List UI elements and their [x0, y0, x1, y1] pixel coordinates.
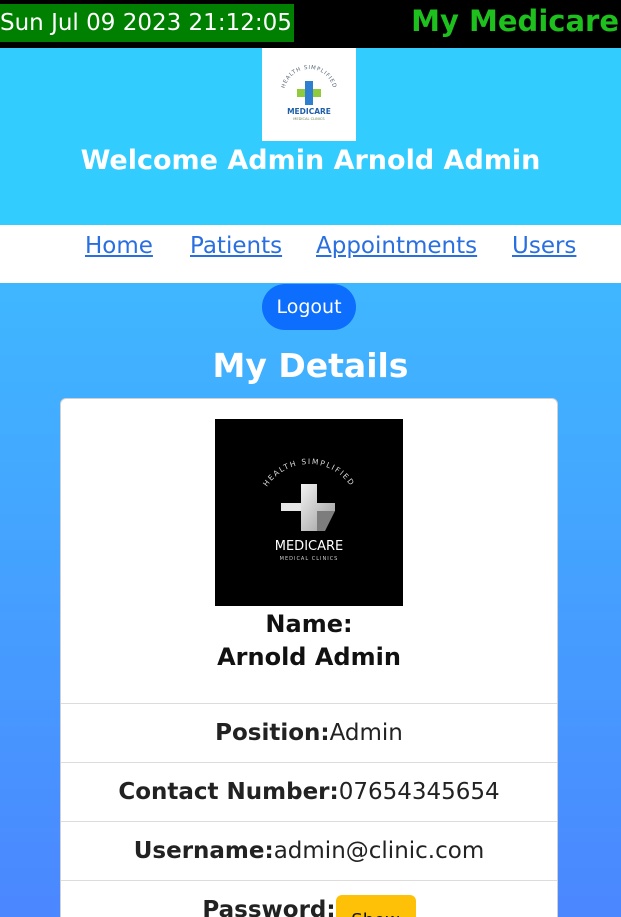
logout-button[interactable]: Logout — [262, 284, 356, 330]
svg-text:MEDICARE: MEDICARE — [287, 107, 331, 116]
nav-link-appointments[interactable]: Appointments — [316, 225, 477, 267]
svg-text:HEALTH SIMPLIFIED: HEALTH SIMPLIFIED — [261, 457, 357, 488]
username-row: Username:admin@clinic.com — [61, 821, 557, 880]
nav-bar: Home Patients Appointments Users — [0, 225, 621, 283]
details-card: HEALTH SIMPLIFIED MEDICARE MEDICAL CLINI… — [60, 398, 558, 917]
nav-link-users[interactable]: Users — [512, 225, 576, 267]
position-row: Position:Admin — [61, 703, 557, 762]
svg-text:MEDICAL CLINICS: MEDICAL CLINICS — [293, 117, 325, 121]
svg-text:MEDICAL CLINICS: MEDICAL CLINICS — [280, 556, 339, 562]
contact-row: Contact Number:07654345654 — [61, 762, 557, 821]
nav-link-patients[interactable]: Patients — [190, 225, 282, 267]
medicare-logo: HEALTH SIMPLIFIED MEDICARE MEDICAL CLINI… — [262, 48, 356, 141]
page-title: My Details — [212, 346, 409, 385]
username-value: admin@clinic.com — [273, 838, 485, 864]
position-label: Position: — [215, 720, 330, 746]
username-label: Username: — [133, 838, 274, 864]
nav-link-home[interactable]: Home — [85, 225, 153, 267]
position-value: Admin — [329, 720, 403, 746]
contact-label: Contact Number: — [118, 779, 339, 805]
contact-value: 07654345654 — [338, 779, 500, 805]
profile-image: HEALTH SIMPLIFIED MEDICARE MEDICAL CLINI… — [215, 419, 403, 606]
name-value: Arnold Admin — [217, 643, 401, 671]
brand-title: My Medicare — [411, 4, 619, 38]
profile-summary: HEALTH SIMPLIFIED MEDICARE MEDICAL CLINI… — [61, 399, 557, 703]
welcome-heading: Welcome Admin Arnold Admin — [80, 145, 541, 176]
password-label: Password: — [202, 897, 336, 917]
datetime-display: Sun Jul 09 2023 21:12:05 — [0, 4, 294, 42]
svg-text:MEDICARE: MEDICARE — [275, 539, 344, 554]
header: HEALTH SIMPLIFIED MEDICARE MEDICAL CLINI… — [0, 48, 621, 225]
top-bar: Sun Jul 09 2023 21:12:05 My Medicare — [0, 0, 621, 48]
name-label: Name: — [265, 610, 353, 638]
password-row: Password:Show — [61, 880, 557, 917]
show-password-button[interactable]: Show — [335, 894, 416, 917]
